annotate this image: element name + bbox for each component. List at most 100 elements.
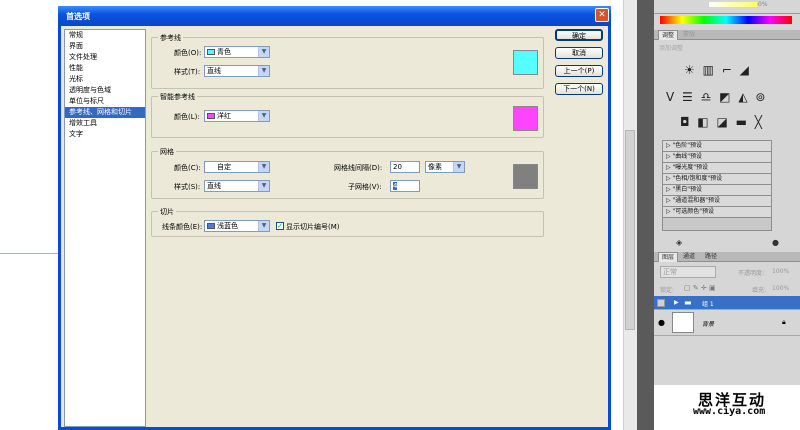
lock-icons[interactable]: ▢ ✎ ✛ ▣	[684, 284, 716, 292]
grid-color-select[interactable]: 自定 ▼	[204, 161, 270, 173]
cyan-swatch	[207, 49, 215, 55]
fill-value[interactable]: 100%	[772, 285, 789, 292]
slice-line-color-value: 浅蓝色	[217, 222, 238, 230]
color-panel: 0%	[654, 0, 800, 14]
adjustments-tabs: 调整 蒙版	[654, 30, 800, 40]
layer-name-group1[interactable]: 组 1	[702, 299, 714, 308]
grid-color-value: 自定	[217, 163, 231, 171]
guides-color-value: 青色	[217, 48, 231, 56]
preset-item[interactable]: ▷ "通道混和器"预设	[663, 196, 771, 207]
tab-layers[interactable]: 图层	[658, 252, 679, 262]
smart-guides-color-preview[interactable]	[513, 106, 538, 131]
category-item[interactable]: 透明度与色域	[65, 85, 145, 96]
guides-style-select[interactable]: 直线 ▼	[204, 65, 270, 77]
link-icon[interactable]: ◈	[676, 238, 682, 247]
lock-icon: 🔒︎	[782, 318, 786, 326]
grid-style-label: 样式(S):	[174, 183, 201, 191]
chevron-down-icon: ▼	[258, 181, 269, 191]
color-slider[interactable]	[709, 2, 757, 7]
slices-group: 切片 线条颜色(E): 浅蓝色 ▼ ✓ 显示切片编号(M)	[151, 207, 544, 237]
layer-row-background[interactable]: ● 背景 🔒︎	[654, 310, 800, 336]
slices-title: 切片	[158, 207, 176, 217]
category-item[interactable]: 常规	[65, 30, 145, 41]
category-item[interactable]: 文字	[65, 129, 145, 140]
tab-paths[interactable]: 路径	[702, 252, 720, 262]
preset-item[interactable]: ▷ "色相/饱和度"预设	[663, 174, 771, 185]
layer-name-background[interactable]: 背景	[702, 319, 714, 328]
watermark-url: www.ciya.com	[693, 406, 766, 417]
tab-adjustments[interactable]: 调整	[658, 30, 679, 40]
preset-label: "曝光度"预设	[672, 164, 709, 171]
preset-item[interactable]: ▷ "可选颜色"预设	[663, 207, 771, 218]
folder-icon: ▬	[684, 298, 692, 307]
ok-button[interactable]: 确定	[555, 29, 603, 41]
preset-item[interactable]: ▷ "色阶"预设	[663, 141, 771, 152]
preset-item[interactable]: ▷ "黑白"预设	[663, 185, 771, 196]
category-item[interactable]: 文件处理	[65, 52, 145, 63]
grid-unit-value: 像素	[428, 163, 442, 171]
category-item[interactable]: 性能	[65, 63, 145, 74]
category-item[interactable]: 参考线、网格和切片	[65, 107, 145, 118]
layer-visibility-toggle[interactable]	[657, 299, 665, 307]
prev-button[interactable]: 上一个(P)	[555, 65, 603, 77]
tab-masks[interactable]: 蒙版	[680, 30, 698, 40]
visibility-icon[interactable]: ●	[772, 238, 779, 247]
cancel-button[interactable]: 取消	[555, 47, 603, 59]
preset-item[interactable]: ▷ "曲线"预设	[663, 152, 771, 163]
canvas-scroll-thumb[interactable]	[625, 130, 635, 330]
grid-color-label: 颜色(C):	[174, 164, 201, 172]
guides-title: 参考线	[158, 33, 183, 43]
chevron-down-icon: ▼	[258, 221, 269, 231]
lock-label: 锁定:	[660, 287, 675, 294]
subdiv-input[interactable]: 4	[390, 180, 420, 192]
preset-label: "可选颜色"预设	[672, 208, 715, 215]
preset-label: "色相/饱和度"预设	[672, 175, 723, 182]
blend-mode-select[interactable]: 正常	[660, 266, 716, 278]
expand-arrow-icon[interactable]: ▶	[674, 299, 679, 306]
category-item[interactable]: 单位与标尺	[65, 96, 145, 107]
fill-label: 填充:	[752, 287, 767, 294]
color-spectrum[interactable]	[660, 16, 792, 24]
layer-row-group1[interactable]: ▶ ▬ 组 1	[654, 296, 800, 310]
close-button[interactable]: ✕	[595, 8, 609, 22]
adjustment-icons-row3[interactable]: ◘ ◧ ◪ ▬ ╳	[680, 115, 764, 129]
category-item[interactable]: 界面	[65, 41, 145, 52]
guides-style-label: 样式(T):	[174, 68, 201, 76]
smart-guides-color-select[interactable]: 洋红 ▼	[204, 110, 270, 122]
gridline-label: 网格线间隔(D):	[334, 164, 383, 172]
preset-item[interactable]: ▷ "曝光度"预设	[663, 163, 771, 174]
guides-color-preview[interactable]	[513, 50, 538, 75]
category-item[interactable]: 光标	[65, 74, 145, 85]
chevron-down-icon: ▼	[258, 47, 269, 57]
grid-unit-select[interactable]: 像素 ▼	[425, 161, 465, 173]
grid-group: 网格 颜色(C): 自定 ▼ 样式(S): 直线 ▼ 网格线间隔(D): 20 …	[151, 147, 544, 199]
grid-title: 网格	[158, 147, 176, 157]
grid-style-select[interactable]: 直线 ▼	[204, 180, 270, 192]
chevron-down-icon: ▼	[258, 66, 269, 76]
opacity-value[interactable]: 100%	[772, 268, 789, 275]
guides-color-select[interactable]: 青色 ▼	[204, 46, 270, 58]
smart-guides-color-value: 洋红	[217, 112, 231, 120]
preset-list: ▷ "色阶"预设 ▷ "曲线"预设 ▷ "曝光度"预设 ▷ "色相/饱和度"预设 ▷ "…	[662, 140, 772, 231]
color-slider-value: 0%	[758, 1, 768, 8]
subdiv-label: 子网格(V):	[348, 183, 382, 191]
adjustment-icons-row2[interactable]: V ☰ ♎ ◩ ◭ ⊚	[666, 90, 767, 104]
tab-channels[interactable]: 通道	[680, 252, 698, 262]
category-item[interactable]: 增效工具	[65, 118, 145, 129]
gridline-input[interactable]: 20	[390, 161, 420, 173]
show-slice-numbers-checkbox[interactable]: ✓	[276, 222, 284, 230]
preset-label: "曲线"预设	[672, 153, 703, 160]
layer-thumbnail	[672, 312, 694, 333]
dialog-titlebar[interactable]: 首选项 ✕	[58, 6, 611, 26]
guides-color-label: 颜色(O):	[174, 49, 202, 57]
smart-guides-group: 智能参考线 颜色(L): 洋红 ▼	[151, 92, 544, 138]
adjustment-icons-row1[interactable]: ☀ ▥ ⌐ ◢	[684, 63, 751, 77]
subdiv-value: 4	[393, 182, 398, 190]
magenta-swatch	[207, 113, 215, 119]
show-slice-numbers-label: 显示切片编号(M)	[286, 223, 340, 231]
eye-icon[interactable]: ●	[658, 318, 665, 327]
slice-line-color-select[interactable]: 浅蓝色 ▼	[204, 220, 270, 232]
preset-label: "通道混和器"预设	[672, 197, 721, 204]
grid-color-preview[interactable]	[513, 164, 538, 189]
next-button[interactable]: 下一个(N)	[555, 83, 603, 95]
